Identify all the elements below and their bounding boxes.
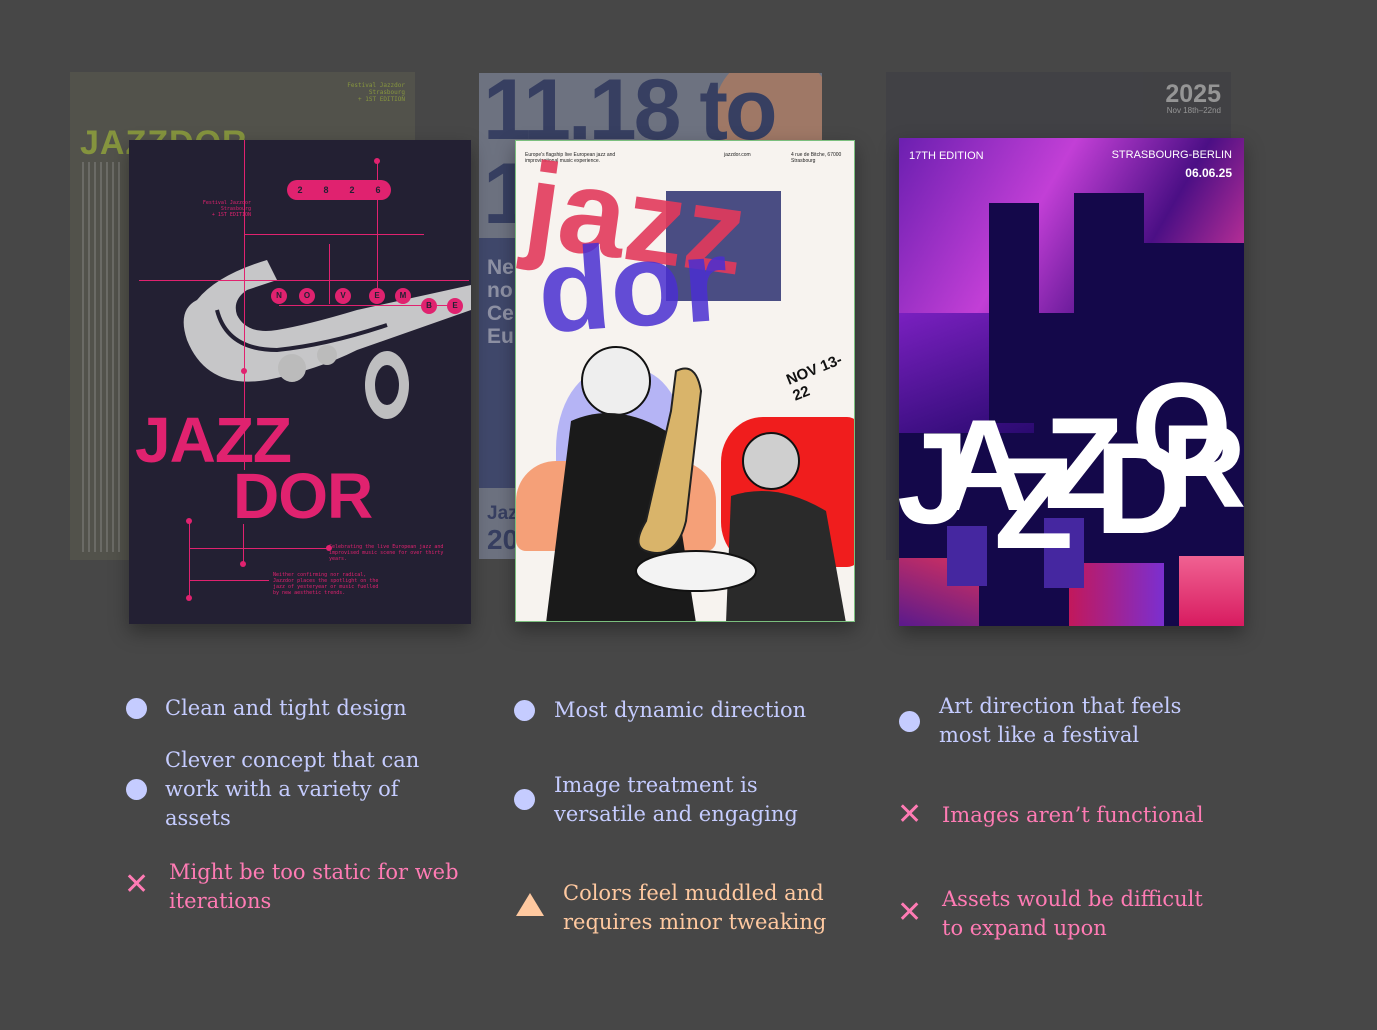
poster-option-3[interactable]: 17TH EDITION STRASBOURG-BERLIN 06.06.25 … bbox=[899, 138, 1244, 626]
poster-2-header-right: 4 rue de Bitche, 67000 Strasbourg bbox=[791, 152, 842, 164]
pro-bullet-icon bbox=[126, 698, 147, 719]
poster-option-2[interactable]: Europe's flagship live European jazz and… bbox=[515, 140, 855, 622]
bead: M bbox=[395, 288, 411, 304]
bead: E bbox=[369, 288, 385, 304]
back-poster-2-bottom: Jaz 20 bbox=[487, 503, 519, 555]
pro-bullet-icon bbox=[514, 700, 535, 721]
bead: O bbox=[299, 288, 315, 304]
pro-bullet-icon bbox=[514, 789, 535, 810]
con-x-icon: ✕ bbox=[897, 895, 923, 930]
back-poster-3-dates: Nov 18th–22nd bbox=[1166, 106, 1221, 115]
con-x-icon: ✕ bbox=[124, 867, 150, 902]
col2-note-1: Most dynamic direction bbox=[554, 698, 807, 722]
col1-note-2: Clever concept that can work with a vari… bbox=[165, 748, 420, 830]
col3-note-1: Art direction that feels most like a fes… bbox=[939, 694, 1182, 747]
poster-3-photo-collage-bottom-right bbox=[1179, 556, 1244, 626]
bead: V bbox=[335, 288, 351, 304]
poster-1-body-1: Celebrating the live European jazz and i… bbox=[329, 544, 444, 562]
back-poster-3-year: 2025 bbox=[1165, 80, 1221, 108]
pro-bullet-icon bbox=[899, 711, 920, 732]
back-poster-2-side: Ne no Ce Eu bbox=[487, 256, 514, 348]
poster-3-city: STRASBOURG-BERLIN bbox=[1111, 149, 1232, 161]
pro-bullet-icon bbox=[126, 779, 147, 800]
col2-note-3: Colors feel muddled and requires minor t… bbox=[563, 881, 827, 934]
bead: E bbox=[447, 298, 463, 314]
poster-3-edition: 17TH EDITION bbox=[909, 150, 984, 162]
col3-note-3: Assets would be difficult to expand upon bbox=[942, 887, 1203, 940]
poster-option-1[interactable]: 2 8 2 6 N O V E M B E Festival Jazzdor St… bbox=[129, 140, 471, 624]
con-x-icon: ✕ bbox=[897, 797, 923, 832]
saxophone-image bbox=[183, 260, 471, 419]
poster-1-body-2: Neither confirming nor radical, Jazzdor … bbox=[273, 572, 379, 596]
col2-note-2: Image treatment is versatile and engagin… bbox=[554, 773, 798, 826]
bead: B bbox=[421, 298, 437, 314]
poster-3-block bbox=[989, 203, 1039, 423]
poster-1-tag: Festival Jazzdor Strasbourg + 1ST EDITION bbox=[202, 200, 251, 218]
back-poster-1-tag: Festival Jazzdor Strasbourg + 1ST EDITION bbox=[347, 82, 405, 103]
col1-note-3: Might be too static for web iterations bbox=[169, 860, 459, 913]
warning-triangle-icon bbox=[516, 893, 544, 916]
poster-2-header-center: jazzdor.com bbox=[724, 152, 751, 158]
poster-3-letter: R bbox=[1161, 401, 1244, 533]
bead: N bbox=[271, 288, 287, 304]
col1-note-1: Clean and tight design bbox=[165, 696, 407, 720]
col3-note-2: Images aren’t functional bbox=[942, 803, 1204, 827]
back-poster-1-texture bbox=[82, 162, 122, 552]
poster-1-title-line-2: DOR bbox=[233, 460, 373, 532]
poster-3-date: 06.06.25 bbox=[1185, 166, 1232, 180]
date-pill: 2 8 2 6 bbox=[287, 180, 391, 200]
